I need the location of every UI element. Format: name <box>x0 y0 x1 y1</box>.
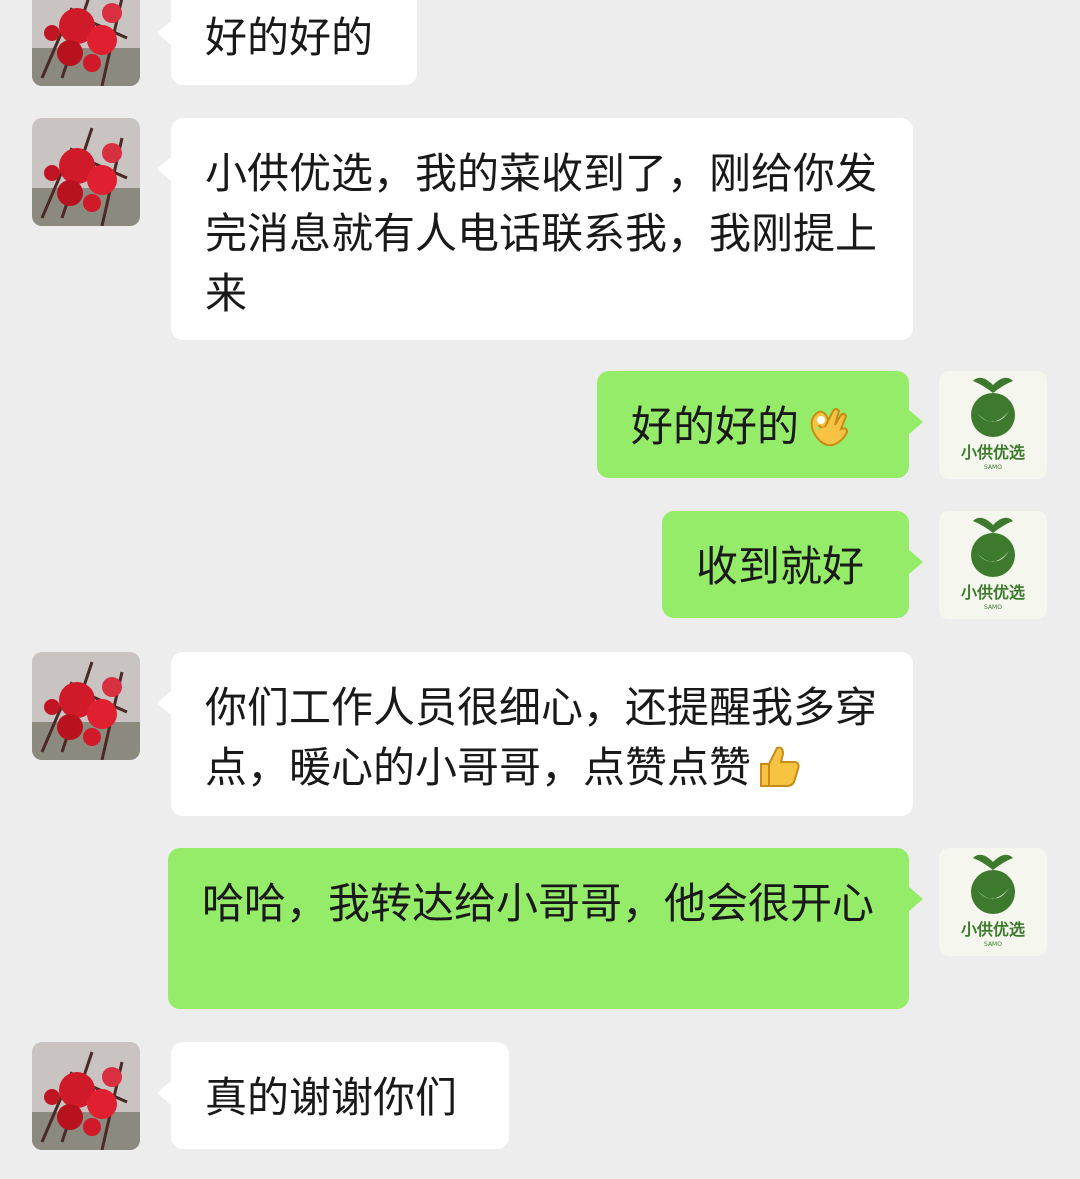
red-flower-photo-icon <box>32 1042 140 1150</box>
customer-avatar[interactable] <box>32 0 140 86</box>
message-bubble[interactable]: 哈哈，我转达给小哥哥，他会很开心 <box>168 848 923 1009</box>
message-bubble[interactable]: 好的好的 <box>597 371 923 478</box>
thumbs-up-emoji-icon <box>755 742 803 790</box>
svg-text:SAMO: SAMO <box>984 604 1002 611</box>
red-flower-photo-icon <box>32 0 140 86</box>
leaf-brand-logo-icon: 小供优选 SAMO <box>939 511 1047 619</box>
store-avatar[interactable]: 小供优选 SAMO <box>939 371 1047 479</box>
customer-avatar[interactable] <box>32 118 140 226</box>
message-text: 好的好的 <box>205 13 374 62</box>
customer-avatar[interactable] <box>32 1042 140 1150</box>
leaf-brand-logo-icon: 小供优选 SAMO <box>939 848 1047 956</box>
message-text: 哈哈，我转达给小哥哥，他会很开心 <box>202 879 875 928</box>
message-bubble[interactable]: 真的谢谢你们 <box>157 1042 509 1149</box>
svg-text:小供优选: 小供优选 <box>961 920 1025 939</box>
message-bubble[interactable]: 小供优选，我的菜收到了，刚给你发完消息就有人电话联系我，我刚提上来 <box>157 118 913 340</box>
message-text: 收到就好 <box>696 542 865 591</box>
leaf-brand-logo-icon: 小供优选 SAMO <box>939 371 1047 479</box>
message-bubble[interactable]: 好的好的 <box>157 0 417 85</box>
customer-avatar[interactable] <box>32 652 140 760</box>
message-bubble[interactable]: 收到就好 <box>662 511 923 618</box>
ok-hand-emoji-icon <box>803 401 851 449</box>
message-bubble[interactable]: 你们工作人员很细心，还提醒我多穿点，暖心的小哥哥，点赞点赞 <box>157 652 913 816</box>
store-avatar[interactable]: 小供优选 SAMO <box>939 511 1047 619</box>
message-text: 小供优选，我的菜收到了，刚给你发完消息就有人电话联系我，我刚提上来 <box>205 149 878 318</box>
message-text: 好的好的 <box>631 402 800 451</box>
svg-text:小供优选: 小供优选 <box>961 583 1025 602</box>
svg-text:SAMO: SAMO <box>984 464 1002 471</box>
store-avatar[interactable]: 小供优选 SAMO <box>939 848 1047 956</box>
svg-text:SAMO: SAMO <box>984 941 1002 948</box>
red-flower-photo-icon <box>32 118 140 226</box>
red-flower-photo-icon <box>32 652 140 760</box>
message-text: 真的谢谢你们 <box>205 1073 458 1122</box>
svg-text:小供优选: 小供优选 <box>961 443 1025 462</box>
